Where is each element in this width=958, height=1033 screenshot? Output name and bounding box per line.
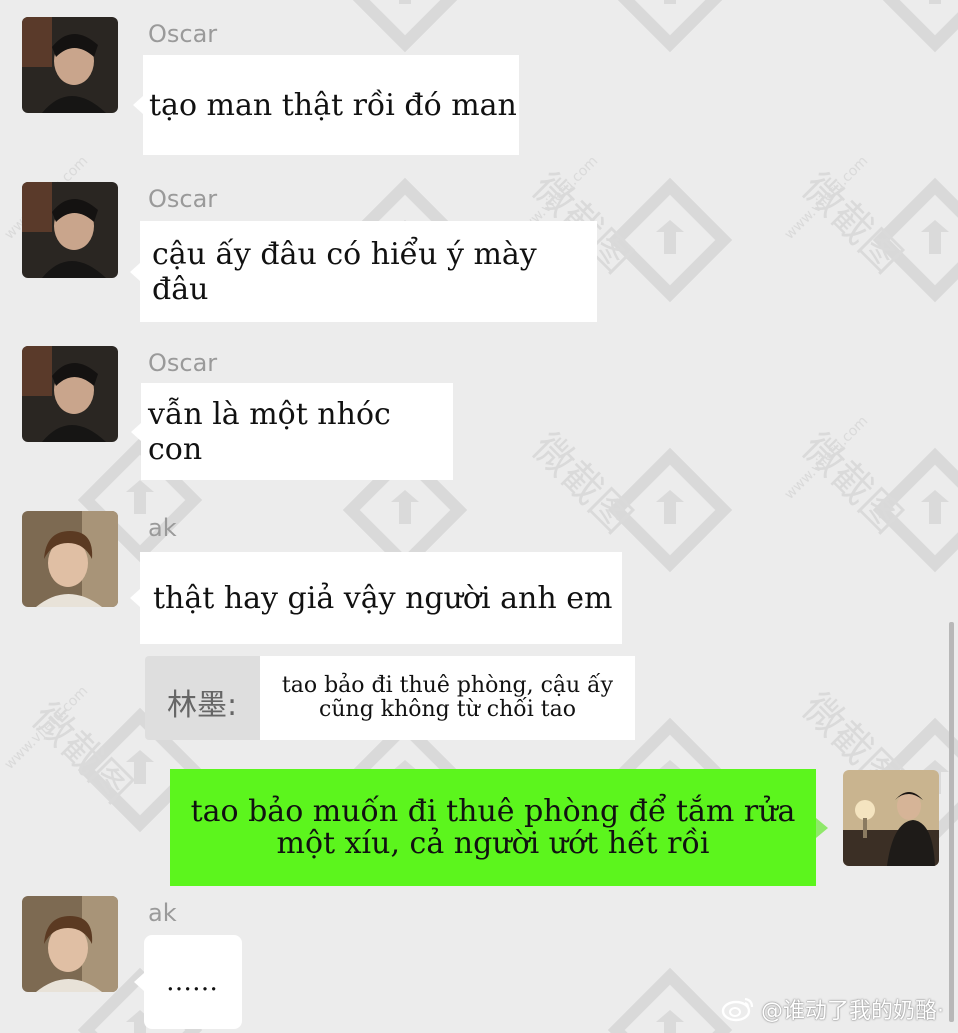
message-bubble[interactable]: vẫn là một nhóc con <box>131 383 453 480</box>
message-text: thật hay giả vậy người anh em <box>153 580 613 616</box>
avatar-self[interactable] <box>843 770 939 866</box>
credit-text: @谁动了我的奶酪· <box>761 999 944 1024</box>
watermark-url: www.vjietu.com <box>2 683 92 773</box>
quoted-message[interactable]: 林墨: tao bảo đi thuê phòng, cậu ấy cũng k… <box>145 656 635 740</box>
watermark-text: 微截图 <box>793 425 910 542</box>
weibo-icon <box>721 997 754 1022</box>
message-bubble[interactable]: …… <box>134 935 242 1029</box>
message-text: …… <box>166 967 218 997</box>
watermark-url: www.vjietu.com <box>782 153 872 243</box>
sender-name: ak <box>148 899 177 927</box>
sender-name: Oscar <box>148 349 218 377</box>
sender-name: ak <box>148 514 177 542</box>
avatar-ak[interactable] <box>22 896 118 992</box>
sender-name: Oscar <box>148 185 218 213</box>
watermark-text: 微截图 <box>793 165 910 282</box>
avatar-oscar[interactable] <box>22 182 118 278</box>
watermark-url: www.vjietu.com <box>782 413 872 503</box>
weibo-credit: @谁动了我的奶酪· <box>721 993 944 1025</box>
watermark-text: 微截图 <box>23 695 140 812</box>
scrollbar[interactable] <box>949 622 954 1022</box>
message-text: một xíu, cả người ướt hết rồi <box>276 825 710 861</box>
message-text: cậu ấy đâu có hiểu ý mày đâu <box>152 236 537 307</box>
message-text: tạo man thật rồi đó man <box>149 87 517 123</box>
sender-name: Oscar <box>148 20 218 48</box>
message-bubble[interactable]: tạo man thật rồi đó man <box>133 55 519 155</box>
quote-line: cũng không từ chối tao <box>319 697 576 722</box>
avatar-oscar[interactable] <box>22 17 118 113</box>
message-bubble[interactable]: thật hay giả vậy người anh em <box>130 552 622 644</box>
avatar-oscar[interactable] <box>22 346 118 442</box>
outgoing-message-bubble[interactable]: tao bảo muốn đi thuê phòng để tắm rửa mộ… <box>170 769 828 886</box>
quote-line: tao bảo đi thuê phòng, cậu ấy <box>281 673 614 698</box>
chat-view[interactable]: 微截图 微截图 微截图 微截图 微截图 微截图 www.vjietu.com w… <box>0 0 958 1033</box>
watermark-text: 微截图 <box>523 425 640 542</box>
message-text: vẫn là một nhóc con <box>148 396 391 467</box>
quote-text: tao bảo đi thuê phòng, cậu ấy cũng không… <box>260 656 635 740</box>
quote-sender: 林墨: <box>167 688 238 723</box>
message-text: tao bảo muốn đi thuê phòng để tắm rửa <box>190 793 796 829</box>
avatar-ak[interactable] <box>22 511 118 607</box>
message-bubble[interactable]: cậu ấy đâu có hiểu ý mày đâu <box>130 221 597 322</box>
